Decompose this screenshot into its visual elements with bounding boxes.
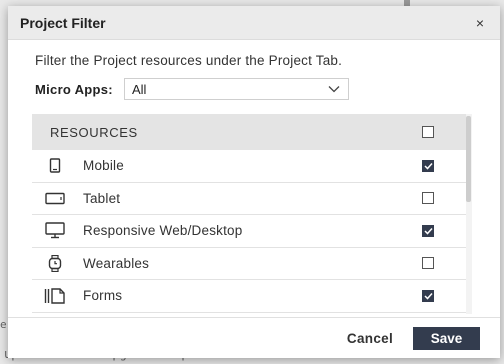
resource-label: Mobile: [83, 158, 124, 174]
checkmark-icon: [423, 292, 433, 300]
close-icon[interactable]: ×: [472, 15, 488, 31]
resource-row-mobile[interactable]: Mobile: [32, 150, 466, 183]
select-all-checkbox[interactable]: [422, 126, 434, 138]
resource-checkbox[interactable]: [422, 289, 434, 302]
micro-apps-selected-value: All: [131, 81, 147, 97]
resources-scrollbar[interactable]: [466, 114, 472, 314]
resource-checkbox[interactable]: [422, 192, 434, 205]
checkmark-icon: [423, 162, 433, 170]
resource-checkbox[interactable]: [422, 224, 434, 237]
dialog-header: Project Filter ×: [8, 6, 500, 40]
save-button[interactable]: Save: [413, 326, 480, 350]
resources-table-header: RESOURCES: [32, 114, 466, 150]
resource-checkbox[interactable]: [422, 159, 434, 172]
smartwatch-icon: [44, 254, 66, 272]
micro-apps-row: Micro Apps: All: [35, 78, 473, 100]
dialog-description: Filter the Project resources under the P…: [35, 53, 343, 68]
project-filter-dialog: Project Filter × Filter the Project reso…: [8, 6, 500, 358]
resource-label: Tablet: [83, 190, 121, 206]
micro-apps-label: Micro Apps:: [35, 81, 113, 97]
mobile-icon: [44, 157, 66, 175]
micro-apps-dropdown[interactable]: All: [123, 78, 349, 100]
resource-checkbox[interactable]: [422, 257, 434, 270]
forms-icon: [44, 287, 66, 305]
resource-row-forms[interactable]: Forms: [32, 280, 466, 313]
resource-row-wearables[interactable]: Wearables: [32, 247, 466, 280]
scrollbar-thumb[interactable]: [466, 116, 471, 202]
resource-row-responsive-web[interactable]: Responsive Web/Desktop: [32, 215, 466, 248]
resource-label: Wearables: [83, 255, 150, 271]
cancel-button[interactable]: Cancel: [347, 331, 393, 346]
tablet-icon: [44, 189, 66, 207]
desktop-monitor-icon: [44, 222, 66, 240]
background-text-fragment: e: [0, 318, 6, 328]
resources-header-label: RESOURCES: [50, 124, 138, 140]
dialog-title: Project Filter: [20, 14, 106, 31]
dialog-body: Filter the Project resources under the P…: [8, 40, 500, 100]
dialog-footer: Cancel Save: [8, 317, 500, 358]
resource-row-tablet[interactable]: Tablet: [32, 182, 466, 215]
resources-table: RESOURCES Mobile Tablet Responsive Web/D…: [32, 114, 466, 314]
chevron-down-icon: [328, 86, 340, 93]
resource-label: Responsive Web/Desktop: [83, 223, 243, 239]
checkmark-icon: [423, 227, 433, 235]
resource-label: Forms: [83, 288, 123, 304]
